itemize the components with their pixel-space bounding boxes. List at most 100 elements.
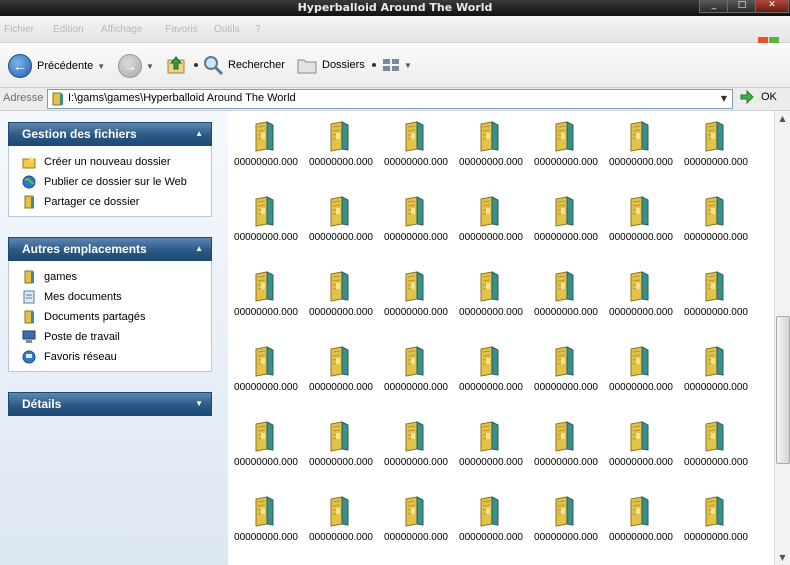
up-folder-button[interactable]	[166, 54, 188, 76]
file-name: 00000000.000	[534, 157, 598, 168]
file-item[interactable]: 00000000.000	[679, 416, 753, 491]
place-network[interactable]: Favoris réseau	[9, 347, 211, 367]
collapse-icon: ▲	[195, 129, 203, 138]
file-name: 00000000.000	[309, 232, 373, 243]
task-label: Créer un nouveau dossier	[44, 156, 171, 168]
views-button[interactable]: ▼	[381, 54, 412, 76]
place-my-documents[interactable]: Mes documents	[9, 287, 211, 307]
other-places-title: Autres emplacements	[22, 242, 147, 256]
file-name: 00000000.000	[609, 457, 673, 468]
file-archive-icon	[328, 271, 350, 302]
menu-favorites[interactable]: Favoris	[165, 24, 198, 35]
file-item[interactable]: 00000000.000	[229, 116, 303, 191]
file-archive-icon	[253, 346, 275, 377]
file-name: 00000000.000	[609, 382, 673, 393]
back-button[interactable]: ← Précédente ▼	[8, 54, 105, 78]
file-item[interactable]: 00000000.000	[454, 491, 528, 565]
scroll-up-icon[interactable]: ▲	[775, 111, 790, 126]
file-item[interactable]: 00000000.000	[379, 266, 453, 341]
file-item[interactable]: 00000000.000	[379, 416, 453, 491]
details-header[interactable]: Détails ▼	[8, 392, 212, 416]
address-dropdown[interactable]: ▼	[716, 90, 732, 108]
new-folder-icon	[22, 155, 36, 169]
file-archive-icon	[403, 121, 425, 152]
scroll-down-icon[interactable]: ▼	[775, 550, 790, 565]
toolbar: ← Précédente ▼ → ▼ Rechercher Dossiers ▼	[0, 43, 790, 88]
file-item[interactable]: 00000000.000	[454, 341, 528, 416]
folders-button[interactable]: Dossiers	[296, 54, 365, 76]
other-places-header[interactable]: Autres emplacements ▲	[8, 237, 212, 261]
file-item[interactable]: 00000000.000	[604, 116, 678, 191]
place-my-computer[interactable]: Poste de travail	[9, 327, 211, 347]
task-new-folder[interactable]: Créer un nouveau dossier	[9, 152, 211, 172]
file-item[interactable]: 00000000.000	[529, 416, 603, 491]
file-item[interactable]: 00000000.000	[604, 266, 678, 341]
file-name: 00000000.000	[459, 457, 523, 468]
file-archive-icon	[253, 196, 275, 227]
file-item[interactable]: 00000000.000	[454, 191, 528, 266]
menu-tools[interactable]: Outils	[214, 24, 240, 35]
file-item[interactable]: 00000000.000	[679, 191, 753, 266]
minimize-button[interactable]: _	[699, 0, 729, 13]
file-archive-icon	[403, 346, 425, 377]
file-item[interactable]: 00000000.000	[379, 341, 453, 416]
address-field[interactable]: I:\gams\games\Hyperballoid Around The Wo…	[47, 89, 733, 109]
file-item[interactable]: 00000000.000	[229, 416, 303, 491]
file-item[interactable]: 00000000.000	[529, 266, 603, 341]
file-item[interactable]: 00000000.000	[604, 191, 678, 266]
file-item[interactable]: 00000000.000	[304, 341, 378, 416]
file-item[interactable]: 00000000.000	[304, 416, 378, 491]
scrollbar-thumb[interactable]	[776, 316, 790, 464]
menu-view[interactable]: Affichage	[101, 24, 143, 35]
file-item[interactable]: 00000000.000	[679, 341, 753, 416]
file-item[interactable]: 00000000.000	[304, 116, 378, 191]
maximize-button[interactable]: □	[727, 0, 757, 13]
menu-edit[interactable]: Edition	[53, 24, 84, 35]
file-item[interactable]: 00000000.000	[529, 116, 603, 191]
file-item[interactable]: 00000000.000	[529, 491, 603, 565]
vertical-scrollbar[interactable]: ▲ ▼	[774, 111, 790, 565]
place-games[interactable]: games	[9, 267, 211, 287]
shared-documents-icon	[22, 310, 36, 324]
search-button[interactable]: Rechercher	[202, 54, 285, 76]
forward-button[interactable]: → ▼	[118, 54, 154, 78]
file-item[interactable]: 00000000.000	[379, 191, 453, 266]
file-item[interactable]: 00000000.000	[679, 491, 753, 565]
file-item[interactable]: 00000000.000	[379, 116, 453, 191]
file-item[interactable]: 00000000.000	[304, 491, 378, 565]
file-item[interactable]: 00000000.000	[529, 341, 603, 416]
file-name: 00000000.000	[534, 307, 598, 318]
file-archive-icon	[478, 121, 500, 152]
back-arrow-icon: ←	[8, 54, 32, 78]
task-share-folder[interactable]: Partager ce dossier	[9, 192, 211, 212]
file-item[interactable]: 00000000.000	[604, 416, 678, 491]
file-item[interactable]: 00000000.000	[454, 116, 528, 191]
file-archive-icon	[703, 271, 725, 302]
task-publish-web[interactable]: Publier ce dossier sur le Web	[9, 172, 211, 192]
file-item[interactable]: 00000000.000	[229, 266, 303, 341]
menu-file[interactable]: Fichier	[4, 24, 34, 35]
folders-label: Dossiers	[322, 59, 365, 71]
address-path: I:\gams\games\Hyperballoid Around The Wo…	[68, 92, 296, 104]
file-item[interactable]: 00000000.000	[304, 266, 378, 341]
close-button[interactable]: ✕	[755, 0, 789, 13]
place-shared-documents[interactable]: Documents partagés	[9, 307, 211, 327]
file-item[interactable]: 00000000.000	[529, 191, 603, 266]
file-tasks-header[interactable]: Gestion des fichiers ▲	[8, 122, 212, 146]
file-item[interactable]: 00000000.000	[229, 341, 303, 416]
file-item[interactable]: 00000000.000	[304, 191, 378, 266]
file-archive-icon	[478, 346, 500, 377]
place-label: Documents partagés	[44, 311, 146, 323]
file-item[interactable]: 00000000.000	[604, 491, 678, 565]
file-item[interactable]: 00000000.000	[604, 341, 678, 416]
file-item[interactable]: 00000000.000	[229, 491, 303, 565]
menu-help[interactable]: ?	[255, 24, 261, 35]
file-item[interactable]: 00000000.000	[454, 266, 528, 341]
go-button[interactable]: OK	[740, 90, 777, 104]
file-item[interactable]: 00000000.000	[379, 491, 453, 565]
file-item[interactable]: 00000000.000	[454, 416, 528, 491]
file-archive-icon	[478, 271, 500, 302]
file-item[interactable]: 00000000.000	[679, 116, 753, 191]
file-item[interactable]: 00000000.000	[229, 191, 303, 266]
file-item[interactable]: 00000000.000	[679, 266, 753, 341]
